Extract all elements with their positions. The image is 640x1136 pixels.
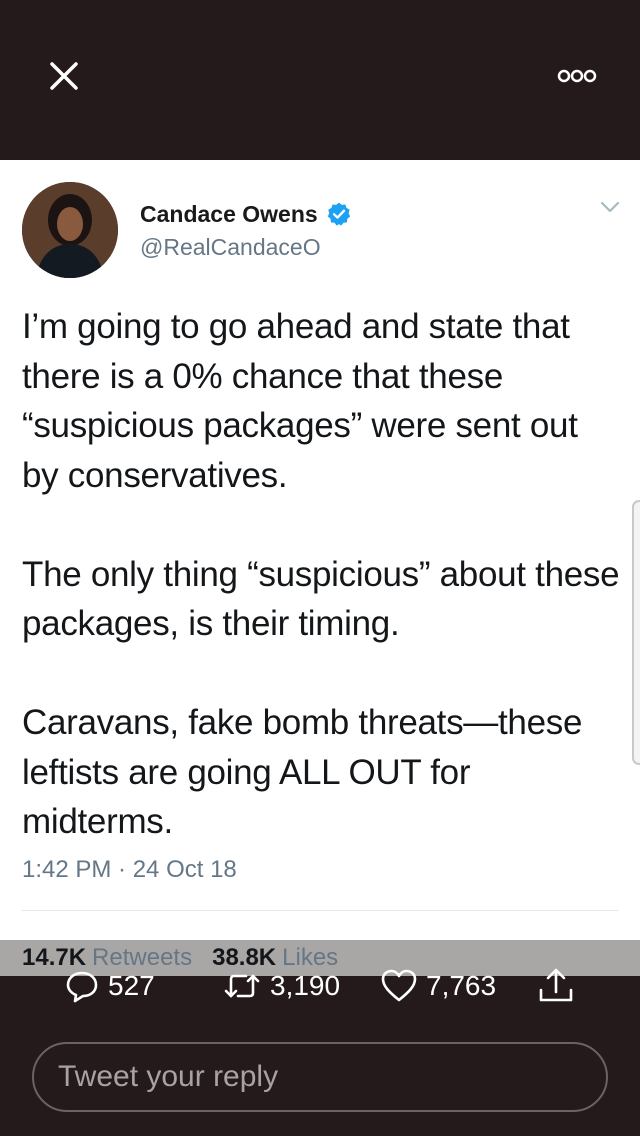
- divider: [22, 910, 618, 911]
- scrollbar[interactable]: [632, 500, 640, 765]
- more-options-icon: [557, 69, 597, 83]
- author-name[interactable]: Candace Owens: [140, 201, 318, 228]
- tweet-timestamp: 1:42 PM · 24 Oct 18: [22, 856, 237, 883]
- reply-icon: [66, 971, 98, 1003]
- tweet-paragraph: Caravans, fake bomb threats—these leftis…: [22, 703, 583, 841]
- avatar[interactable]: [22, 182, 118, 278]
- avatar-image: [22, 182, 118, 278]
- more-options-button[interactable]: [552, 62, 602, 90]
- retweet-button[interactable]: 3,190: [222, 964, 340, 1008]
- retweet-count: 3,190: [270, 970, 341, 1001]
- verified-badge-icon: [327, 202, 350, 226]
- reply-placeholder: Tweet your reply: [58, 1060, 279, 1093]
- share-button[interactable]: [536, 964, 584, 1008]
- reply-input[interactable]: Tweet your reply: [32, 1042, 608, 1112]
- close-icon: [50, 62, 78, 90]
- tweet-text: I’m going to go ahead and state that the…: [22, 302, 622, 847]
- author-row: Candace Owens: [140, 198, 352, 230]
- reply-count: 527: [108, 970, 155, 1001]
- tweet-paragraph: The only thing “suspicious” about these …: [22, 554, 620, 644]
- retweet-icon: [224, 974, 260, 998]
- reply-button[interactable]: 527: [64, 964, 155, 1008]
- close-button[interactable]: [44, 56, 84, 96]
- tweet-card: Candace Owens @RealCandaceO I’m going to…: [0, 160, 640, 940]
- chevron-down-icon[interactable]: [598, 198, 622, 216]
- like-button[interactable]: 7,763: [380, 964, 496, 1008]
- top-bar: [0, 0, 640, 160]
- like-count: 7,763: [426, 970, 497, 1001]
- action-bar: 527 3,190 7,763: [0, 964, 640, 1008]
- share-icon: [539, 968, 573, 1002]
- author-handle[interactable]: @RealCandaceO: [140, 234, 321, 261]
- heart-icon: [381, 969, 417, 1002]
- tweet-paragraph: I’m going to go ahead and state that the…: [22, 307, 578, 495]
